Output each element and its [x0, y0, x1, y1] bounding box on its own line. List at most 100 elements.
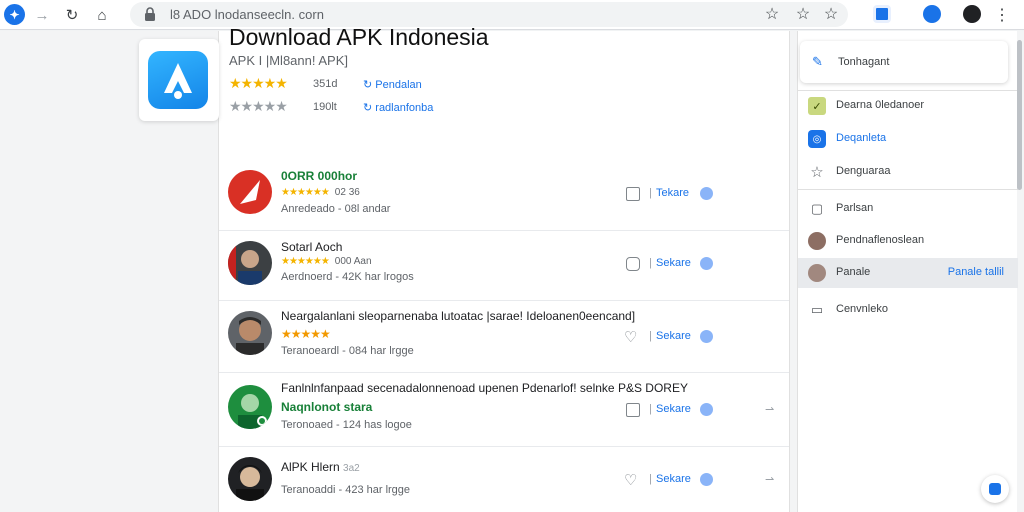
app-icon: ◎	[808, 130, 826, 148]
extension-icon[interactable]	[873, 5, 891, 23]
verified-icon	[700, 473, 713, 486]
bookmark-star-icon[interactable]: ☆	[761, 3, 783, 25]
verified-icon	[700, 403, 713, 416]
browser-logo-icon[interactable]: ✦	[4, 4, 25, 25]
star-icon: ☆	[810, 164, 824, 181]
checkbox-icon: ✓	[808, 97, 826, 115]
app-logo-icon[interactable]	[148, 51, 208, 109]
details-link[interactable]: ↻ Pendalan	[363, 78, 422, 91]
row-rating-stars: ★★★★★★	[281, 256, 330, 267]
sidebar-top-card[interactable]: ✎ Tonhagant	[800, 41, 1008, 83]
row-title-text: AlPK Hlern	[281, 460, 340, 474]
row-title[interactable]: AlPK Hlern 3a2	[281, 460, 360, 474]
reload-icon[interactable]: ↻	[60, 3, 84, 27]
sidebar-item-label: Deqanleta	[836, 132, 887, 144]
home-icon[interactable]: ⌂	[90, 3, 114, 27]
row-meta: Anredeado - 08l andar	[281, 203, 391, 215]
list-item[interactable]: Fanlnlnfanpaad secenadalonnenoad upenen …	[219, 373, 789, 447]
sidebar-item-label: Pendnaflenoslean	[836, 234, 925, 246]
verified-icon	[700, 330, 713, 343]
list-item[interactable]: Sotarl Aoch ★★★★★★ 000 Aan Aerdnoerd - 42…	[219, 231, 789, 301]
menu-icon[interactable]: ⋮	[990, 3, 1014, 27]
verified-icon	[700, 257, 713, 270]
row-share-link[interactable]: Tekare	[656, 187, 689, 199]
rating-stars-icon: ★★★★★	[229, 75, 288, 91]
floating-action-button[interactable]	[981, 475, 1009, 503]
bookmark-star-icon-3[interactable]: ☆	[820, 3, 842, 25]
details-link-label: Pendalan	[375, 79, 422, 91]
sidebar-item-deqanleta[interactable]: ◎ Deqanleta	[798, 124, 1018, 154]
browser-toolbar: ✦ → ↻ ⌂ l8 ADO lnodanseecln. corn ☆ ☆ ☆ …	[0, 0, 1024, 30]
row-title[interactable]: 0ORR 000hor	[281, 169, 357, 183]
row-meta: Teranoaddi - 423 har lrgge	[281, 484, 411, 496]
expand-icon[interactable]: ⇀	[765, 403, 774, 416]
row-title[interactable]: Neargalanlani sleoparnenaba lutoatac |sa…	[281, 309, 635, 323]
row-share-link[interactable]: Sekare	[656, 473, 691, 485]
sidebar-item-parlsan[interactable]: ▢ Parlsan	[798, 194, 1018, 224]
account-icon[interactable]	[923, 5, 941, 23]
row-checkbox[interactable]	[626, 187, 640, 201]
row-separator: |	[649, 187, 652, 199]
sidebar-item-link[interactable]: Panale tallil	[948, 266, 1004, 278]
row-meta: Teranoeardl - 084 har lrgge	[281, 345, 414, 357]
row-title[interactable]: Sotarl Aoch	[281, 240, 342, 254]
row-meta: Aerdnoerd - 42K har lrogos	[281, 271, 414, 283]
user-avatar[interactable]	[228, 311, 272, 355]
scrollbar[interactable]	[1017, 40, 1022, 190]
list-item[interactable]: AlPK Hlern 3a2 ♡ | Sekare ⇀	[219, 447, 789, 501]
row-rating: ★★★★★★ 02 36	[281, 187, 360, 198]
heart-icon[interactable]: ♡	[624, 328, 637, 346]
user-avatar[interactable]	[228, 241, 272, 285]
row-separator: |	[649, 257, 652, 269]
row-checkbox[interactable]	[626, 403, 640, 417]
radlanfonba-link[interactable]: ↻ radlanfonba	[363, 101, 433, 114]
page-subtitle: APK I |Ml8ann! APK]	[229, 53, 348, 68]
row-rating-stars: ★★★★★	[281, 327, 331, 341]
user-avatar[interactable]	[228, 457, 272, 501]
bookmark-icon: ▢	[810, 201, 824, 216]
downloads-count: 190lt	[313, 101, 337, 113]
sidebar-item-label: Dearna 0ledanoer	[836, 99, 925, 111]
sidebar-item-label: Panale	[836, 266, 871, 278]
sidebar-item-label: Cenvnleko	[836, 303, 888, 315]
user-avatar[interactable]	[228, 385, 272, 429]
row-checkbox[interactable]	[626, 257, 640, 271]
row-share-link[interactable]: Sekare	[656, 330, 691, 342]
calendar-icon: ▭	[810, 302, 824, 317]
row-title-count: 3a2	[343, 463, 360, 474]
app-avatar[interactable]	[228, 170, 272, 214]
profile-icon[interactable]	[963, 5, 981, 23]
url-text[interactable]: l8 ADO lnodanseecln. corn	[170, 7, 324, 22]
row-separator: |	[649, 473, 652, 485]
radlanfonba-label: radlanfonba	[375, 102, 434, 114]
sidebar-item-label: Parlsan	[836, 202, 874, 214]
app-icon-card	[139, 39, 219, 121]
list-item[interactable]: Neargalanlani sleoparnenaba lutoatac |sa…	[219, 301, 789, 373]
row-title[interactable]: Fanlnlnfanpaad secenadalonnenoad upenen …	[281, 381, 688, 395]
user-avatar-icon	[808, 264, 826, 282]
heart-icon[interactable]: ♡	[624, 471, 637, 489]
sidebar-item-panale[interactable]: Panale Panale tallil	[798, 258, 1018, 288]
row-separator: |	[649, 330, 652, 342]
sidebar-item-pendnaflenoslean[interactable]: Pendnaflenoslean	[798, 226, 1018, 256]
sidebar-item-denguaraa[interactable]: ☆ Denguaraa	[798, 157, 1018, 187]
rating-count: 351d	[313, 78, 338, 90]
row-share-link[interactable]: Sekare	[656, 403, 691, 415]
sidebar-item-cenvnleko[interactable]: ▭ Cenvnleko	[798, 295, 1018, 325]
forward-icon[interactable]: →	[30, 3, 54, 27]
expand-icon[interactable]: ⇀	[765, 473, 774, 486]
verified-icon	[700, 187, 713, 200]
row-rating-count: 000 Aan	[334, 256, 372, 267]
bookmark-star-icon-2[interactable]: ☆	[792, 3, 814, 25]
gray-stars-icon: ★★★★★	[229, 98, 288, 114]
row-rating: ★★★★★★ 000 Aan	[281, 256, 372, 267]
sidebar-divider	[798, 189, 1018, 190]
sidebar: ✎ Tonhagant ✓ Dearna 0ledanoer ◎ Deqanle…	[797, 31, 1018, 512]
pencil-icon: ✎	[812, 54, 823, 69]
sidebar-item-dearna[interactable]: ✓ Dearna 0ledanoer	[798, 91, 1018, 121]
row-share-link[interactable]: Sekare	[656, 257, 691, 269]
list-item[interactable]: 0ORR 000hor ★★★★★★ 02 36 Anredeado - 08l …	[219, 159, 789, 231]
page-title: Download APK Indonesia	[229, 24, 489, 50]
row-rating-stars: ★★★★★★	[281, 187, 330, 198]
row-subtitle: Naqnlonot stara	[281, 400, 373, 414]
